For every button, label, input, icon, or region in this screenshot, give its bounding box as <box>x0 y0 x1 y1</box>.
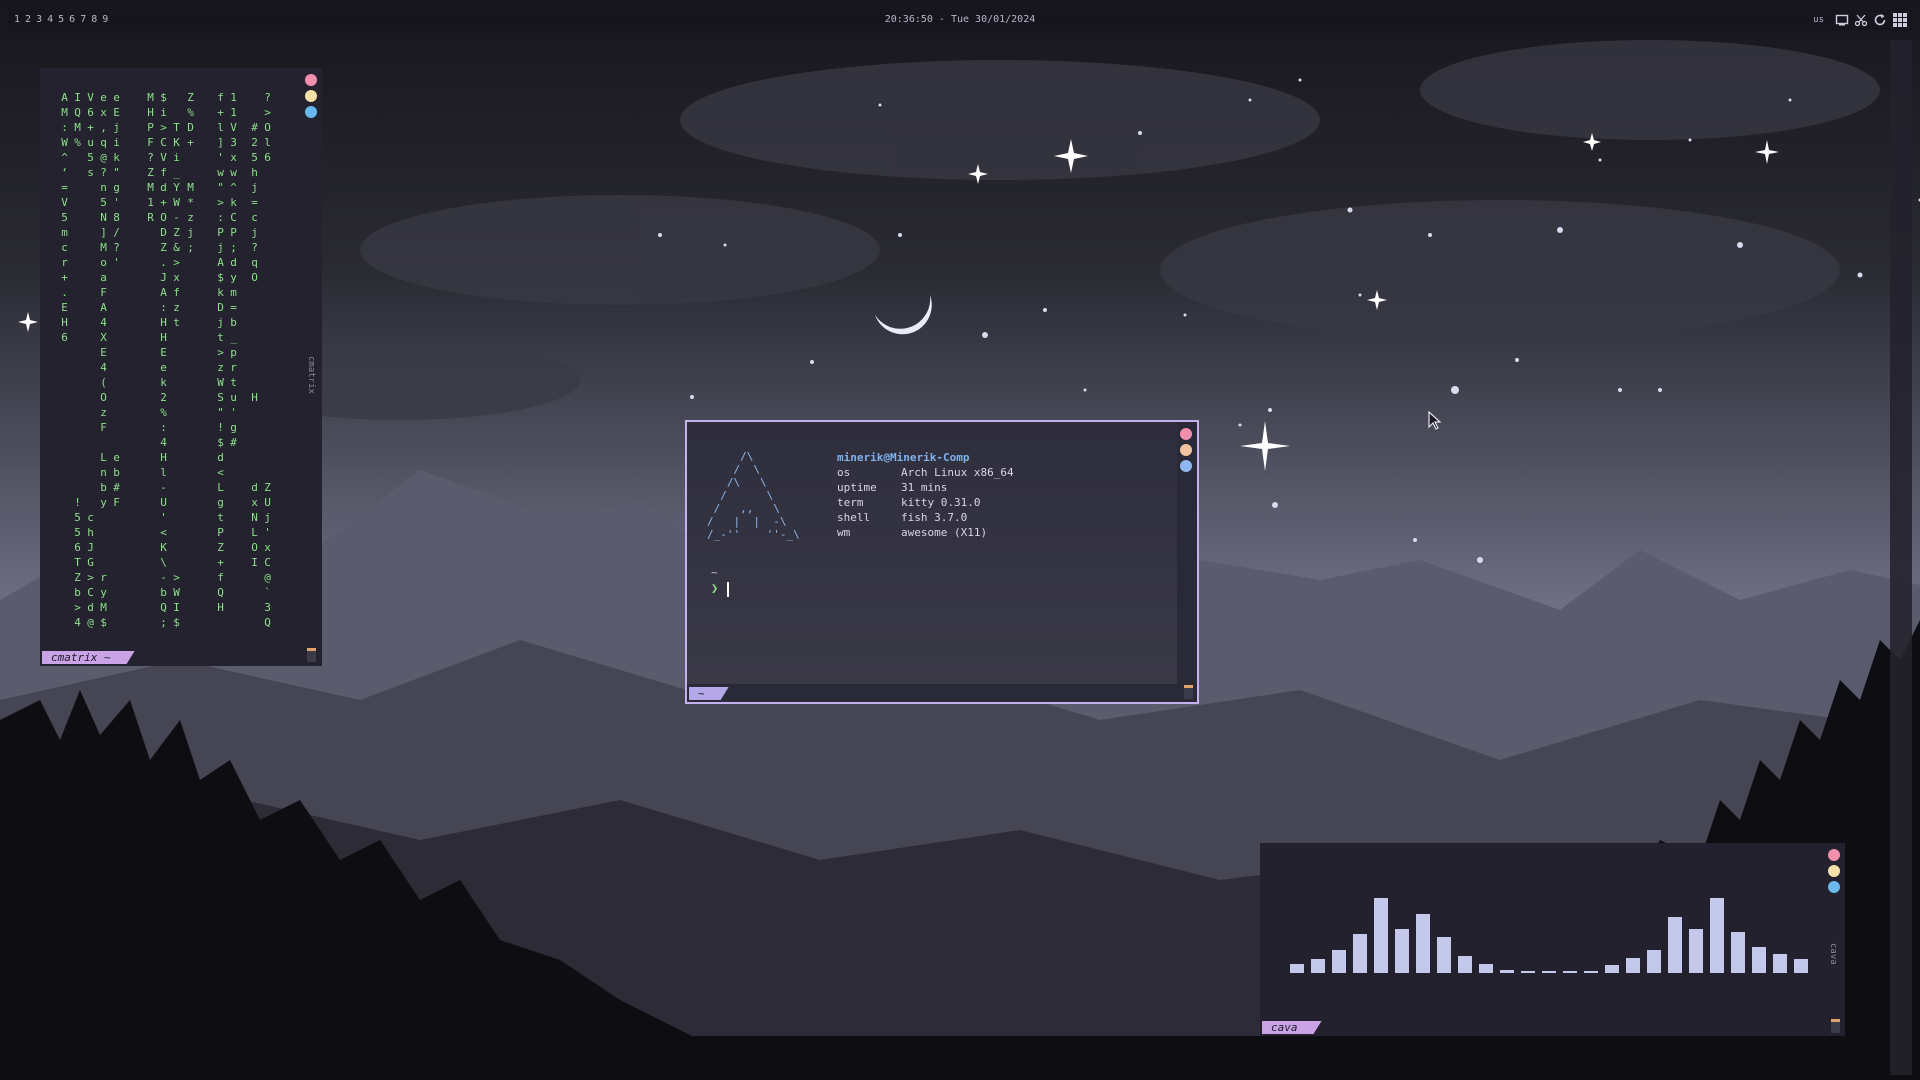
visualizer-bar <box>1710 898 1724 973</box>
system-tray: us <box>1813 12 1908 28</box>
cmatrix-window[interactable]: A M : W ^ ‘ = V 5 m c r + . E H 6 I Q M %… <box>40 68 322 666</box>
visualizer-bar <box>1290 964 1304 973</box>
info-wm: wm awesome (X11) <box>837 526 988 539</box>
scissors-icon[interactable] <box>1854 13 1868 27</box>
visualizer-bar <box>1668 917 1682 973</box>
tab-home[interactable]: ~ <box>689 687 729 700</box>
matrix-column: I Q M % ! 5 5 6 T Z b > 4 <box>74 91 81 629</box>
tag-9[interactable]: 9 <box>102 14 108 25</box>
visualizer-bar <box>1332 950 1346 973</box>
maximize-button[interactable] <box>1828 881 1840 893</box>
arch-logo: /\ / \ /\ \ / \ / ,, \ / | | -\ /_-'' ''… <box>707 450 800 541</box>
window-title: cava <box>1828 943 1838 965</box>
info-os: os Arch Linux x86_64 <box>837 466 1014 479</box>
visualizer-bar <box>1311 959 1325 973</box>
matrix-column: T K i _ Y W - Z & > x f z t > W I $ <box>173 121 180 629</box>
info-shell: shell fish 3.7.0 <box>837 511 968 524</box>
kitty-terminal-window[interactable]: /\ / \ /\ \ / \ / ,, \ / | | -\ /_-'' ''… <box>685 420 1199 704</box>
tag-8[interactable]: 8 <box>91 14 97 25</box>
window-controls <box>1180 428 1192 472</box>
visualizer-bar <box>1647 950 1661 973</box>
terminal-icon <box>1831 1019 1840 1033</box>
screen-icon[interactable] <box>1835 13 1849 27</box>
visualizer-bar <box>1794 959 1808 973</box>
matrix-column: A M : W ^ ‘ = V 5 m c r + . E H 6 <box>61 91 68 344</box>
window-title: cmatrix <box>306 356 316 394</box>
tab-cmatrix[interactable]: cmatrix ~ <box>42 651 135 664</box>
refresh-icon[interactable] <box>1873 13 1887 27</box>
visualizer-bar <box>1752 947 1766 973</box>
matrix-column: Z % D + M * z j ; <box>187 91 194 254</box>
tag-7[interactable]: 7 <box>80 14 86 25</box>
info-term: term kitty 0.31.0 <box>837 496 981 509</box>
workspace-tags: 1 2 3 4 5 6 7 8 9 <box>14 14 108 25</box>
shell-prompt: ❯ <box>711 581 719 595</box>
minimize-button[interactable] <box>1180 444 1192 456</box>
visualizer-bar <box>1542 971 1556 973</box>
matrix-column: V 6 + u 5 s c h J G > C d @ <box>87 91 94 629</box>
visualizer-bar <box>1584 971 1598 973</box>
visualizer-bar <box>1458 956 1472 973</box>
tag-1[interactable]: 1 <box>14 14 20 25</box>
info-uptime: uptime 31 mins <box>837 481 948 494</box>
visualizer-bar <box>1374 898 1388 973</box>
visualizer-bar <box>1437 937 1451 973</box>
tag-2[interactable]: 2 <box>25 14 31 25</box>
mouse-pointer-icon <box>1428 411 1442 430</box>
visualizer-bar <box>1773 954 1787 973</box>
tag-5[interactable]: 5 <box>58 14 64 25</box>
matrix-column: # 2 5 h j = c j ? q O H d x N L O I <box>251 121 258 569</box>
minimize-button[interactable] <box>305 90 317 102</box>
close-button[interactable] <box>1828 849 1840 861</box>
maximize-button[interactable] <box>1180 460 1192 472</box>
terminal-icon <box>307 648 316 662</box>
grid-icon[interactable] <box>1892 12 1908 28</box>
terminal-icon <box>1184 685 1193 699</box>
visualizer-bar <box>1479 964 1493 973</box>
visualizer-bar <box>1416 914 1430 973</box>
matrix-column: 1 1 V 3 x w ^ k C P ; d y m = b _ p r t … <box>230 91 237 449</box>
tag-3[interactable]: 3 <box>36 14 42 25</box>
visualizer-bar <box>1626 958 1640 973</box>
window-controls <box>305 74 317 118</box>
top-panel: 1 2 3 4 5 6 7 8 9 20:36:50 - Tue 30/01/2… <box>8 9 1912 31</box>
user-host: minerik@Minerik-Comp <box>837 451 970 464</box>
visualizer-bar <box>1353 934 1367 973</box>
cava-window[interactable]: cava cava <box>1260 843 1845 1036</box>
visualizer-bar <box>1500 970 1514 973</box>
visualizer-bar <box>1563 971 1577 973</box>
keyboard-layout[interactable]: us <box>1813 15 1824 25</box>
visualizer-bar <box>1731 932 1745 973</box>
clock: 20:36:50 - Tue 30/01/2024 <box>884 14 1036 25</box>
terminal-content[interactable]: /\ / \ /\ \ / \ / ,, \ / | | -\ /_-'' ''… <box>687 422 1177 684</box>
minimize-button[interactable] <box>1828 865 1840 877</box>
window-controls <box>1828 849 1840 893</box>
matrix-column: $ i > C V f d + O D Z . J A : H H E e k … <box>160 91 167 629</box>
close-button[interactable] <box>305 74 317 86</box>
matrix-column: f + l ] ' w " > : P j A $ k D j t > z W … <box>217 91 224 614</box>
visualizer-bar <box>1689 929 1703 973</box>
matrix-column: e x , q @ ? n 5 N ] M o a F A 4 X E 4 ( … <box>100 91 107 629</box>
visualizer-bar <box>1605 965 1619 973</box>
close-button[interactable] <box>1180 428 1192 440</box>
matrix-column: M H P F ? Z M 1 R <box>147 91 154 224</box>
visualizer-bar <box>1521 971 1535 973</box>
visualizer-bar <box>1395 929 1409 973</box>
tag-4[interactable]: 4 <box>47 14 53 25</box>
maximize-button[interactable] <box>305 106 317 118</box>
matrix-column: e E j i k " g ' 8 / ? ' e b # F <box>113 91 120 509</box>
matrix-column: ? > O l 6 Z U j ' x C @ ` 3 Q <box>264 91 271 629</box>
tab-cava[interactable]: cava <box>1262 1021 1322 1034</box>
text-cursor <box>727 582 729 597</box>
tag-6[interactable]: 6 <box>69 14 75 25</box>
current-directory: ~ <box>711 566 718 579</box>
